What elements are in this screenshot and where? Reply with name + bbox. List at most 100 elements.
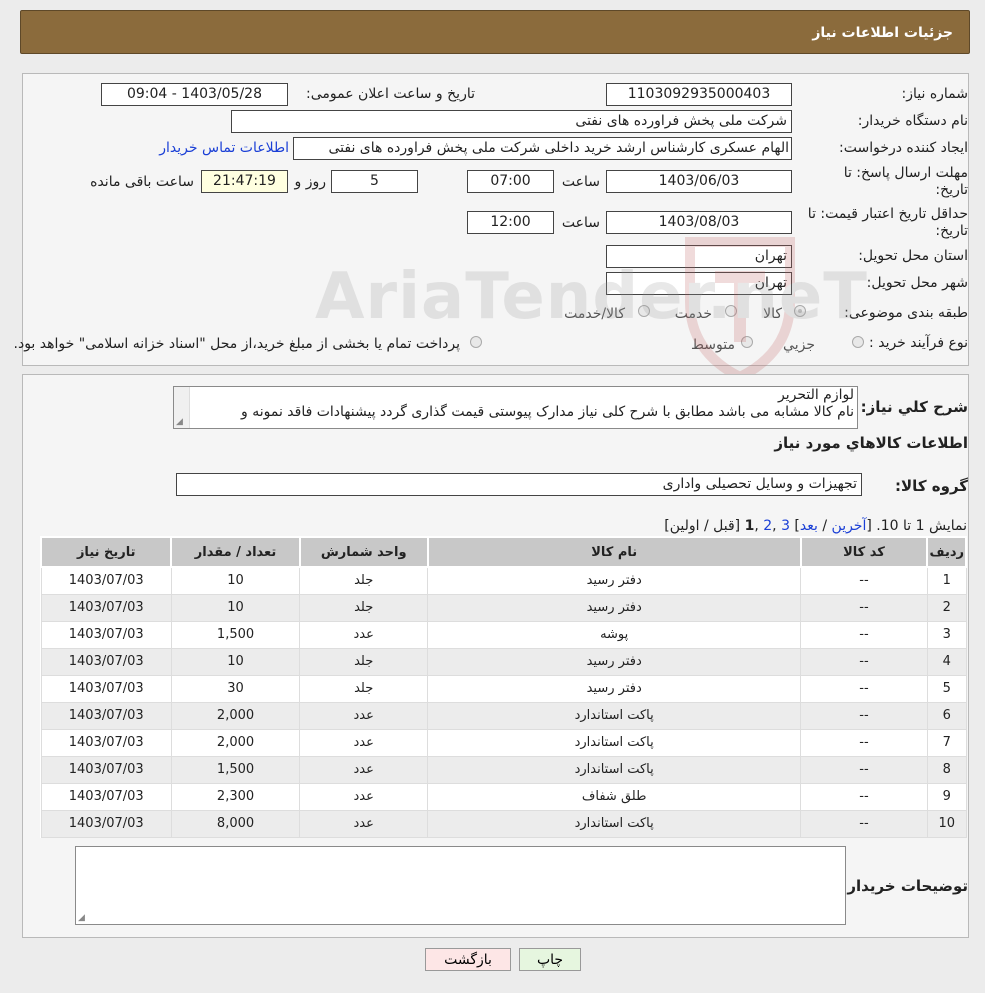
process-radio-minor[interactable] [852, 336, 864, 348]
table-row: 4 -- دفتر رسید جلد 10 1403/07/03 [40, 647, 967, 676]
cell-need-date: 1403/07/03 [40, 647, 172, 676]
cell-unit: جلد [299, 674, 429, 703]
cell-row-number: 2 [926, 593, 967, 622]
validity-time-label: ساعت [561, 215, 600, 231]
cell-goods-name: دفتر رسید [427, 674, 802, 703]
cell-goods-name: دفتر رسید [427, 566, 802, 595]
province-label: استان محل تحویل: [858, 248, 968, 264]
table-row: 8 -- پاکت استاندارد عدد 1,500 1403/07/03 [40, 755, 967, 784]
cell-need-date: 1403/07/03 [40, 566, 172, 595]
table-row: 5 -- دفتر رسید جلد 30 1403/07/03 [40, 674, 967, 703]
days-field[interactable]: 5 [331, 170, 418, 193]
cell-goods-code: -- [800, 701, 928, 730]
pagination-next-link[interactable]: بعد [800, 518, 818, 534]
buyer-org-field[interactable]: شرکت ملی پخش فراورده های نفتی [231, 110, 792, 133]
cell-row-number: 3 [926, 620, 967, 649]
category-radio-service[interactable] [725, 305, 737, 317]
cell-row-number: 6 [926, 701, 967, 730]
cell-goods-code: -- [800, 620, 928, 649]
buyer-notes-label: توضیحات خریدار: [841, 877, 968, 895]
print-button[interactable]: چاپ [519, 948, 581, 971]
back-button[interactable]: بازگشت [425, 948, 511, 971]
cell-quantity: 1,500 [170, 755, 301, 784]
pagination: نمایش 1 تا 10. [آخرین / بعد] 3 ,2 ,1 [قب… [664, 518, 967, 534]
cell-goods-code: -- [800, 647, 928, 676]
table-row: 7 -- پاکت استاندارد عدد 2,000 1403/07/03 [40, 728, 967, 757]
category-radio-goods[interactable] [794, 305, 806, 317]
need-number-label: شماره نیاز: [901, 86, 969, 102]
goods-table: ردیف کد کالا نام کالا واحد شمارش تعداد /… [39, 536, 967, 838]
validity-time-field[interactable]: 12:00 [467, 211, 554, 234]
validity-date-field[interactable]: 1403/08/03 [606, 211, 792, 234]
table-row: 10 -- پاکت استاندارد عدد 8,000 1403/07/03 [40, 809, 967, 838]
creator-field[interactable]: الهام عسکری کارشناس ارشد خرید داخلی شرکت… [293, 137, 792, 160]
category-option-service: خدمت [674, 306, 712, 322]
table-row: 3 -- پوشه عدد 1,500 1403/07/03 [40, 620, 967, 649]
cell-unit: جلد [299, 566, 429, 595]
process-option-medium: متوسط [691, 337, 735, 353]
cell-unit: عدد [299, 620, 429, 649]
cell-goods-code: -- [800, 755, 928, 784]
table-row: 1 -- دفتر رسید جلد 10 1403/07/03 [40, 566, 967, 595]
cell-unit: جلد [299, 647, 429, 676]
payment-checkbox[interactable] [470, 336, 482, 348]
cell-quantity: 10 [170, 593, 301, 622]
col-header-row-number: ردیف [926, 536, 967, 568]
cell-quantity: 2,300 [170, 782, 301, 811]
col-header-goods-code: کد کالا [799, 536, 929, 568]
cell-quantity: 2,000 [170, 728, 301, 757]
buyer-org-label: نام دستگاه خریدار: [857, 113, 968, 129]
city-field[interactable]: تهران [606, 272, 792, 295]
cell-goods-code: -- [800, 782, 928, 811]
cell-goods-code: -- [800, 728, 928, 757]
category-radio-goods-service[interactable] [638, 305, 650, 317]
resize-handle-icon[interactable]: ◢ [176, 417, 183, 427]
cell-unit: عدد [299, 755, 429, 784]
cell-row-number: 10 [926, 809, 967, 838]
cell-need-date: 1403/07/03 [40, 809, 172, 838]
announce-datetime-field[interactable]: 1403/05/28 - 09:04 [101, 83, 288, 106]
cell-unit: عدد [299, 728, 429, 757]
cell-goods-name: پاکت استاندارد [427, 701, 802, 730]
buyer-contact-link[interactable]: اطلاعات تماس خریدار [159, 140, 289, 156]
description-textarea[interactable]: لوازم التحریر نام کالا مشابه می باشد مطا… [173, 386, 858, 429]
cell-row-number: 1 [926, 566, 967, 595]
province-field[interactable]: تهران [606, 245, 792, 268]
deadline-time-field[interactable]: 07:00 [467, 170, 554, 193]
goods-table-body: 1 -- دفتر رسید جلد 10 1403/07/03 2 -- دفتر رسید ج… [40, 566, 967, 838]
cell-need-date: 1403/07/03 [40, 620, 172, 649]
deadline-label-date: تاریخ: [935, 182, 968, 198]
cell-need-date: 1403/07/03 [40, 782, 172, 811]
cell-goods-code: -- [800, 674, 928, 703]
buyer-notes-textarea[interactable]: ◢ [75, 846, 846, 925]
col-header-unit: واحد شمارش [298, 536, 429, 568]
table-row: 2 -- دفتر رسید جلد 10 1403/07/03 [40, 593, 967, 622]
table-row: 9 -- طلق شفاف عدد 2,300 1403/07/03 [40, 782, 967, 811]
cell-goods-name: پوشه [427, 620, 802, 649]
resize-handle-icon[interactable]: ◢ [78, 913, 85, 923]
category-option-goods: کالا [763, 306, 782, 322]
cell-goods-name: طلق شفاف [427, 782, 802, 811]
pagination-last-link[interactable]: آخرین [832, 518, 867, 534]
days-label: روز و [294, 174, 327, 190]
pagination-page-2[interactable]: 2 [763, 518, 772, 534]
description-line: لوازم التحریر [777, 387, 854, 403]
category-label: طبقه بندی موضوعی: [844, 305, 968, 321]
need-number-field[interactable]: 1103092935000403 [606, 83, 792, 106]
cell-row-number: 8 [926, 755, 967, 784]
col-header-goods-name: نام کالا [426, 536, 802, 568]
table-header-row: ردیف کد کالا نام کالا واحد شمارش تعداد /… [39, 536, 967, 568]
pagination-page-3[interactable]: 3 [781, 518, 790, 534]
cell-goods-name: دفتر رسید [427, 647, 802, 676]
cell-need-date: 1403/07/03 [40, 728, 172, 757]
process-radio-medium[interactable] [741, 336, 753, 348]
page-title: جزئیات اطلاعات نیاز [812, 25, 953, 41]
cell-goods-code: -- [800, 809, 928, 838]
cell-quantity: 10 [170, 566, 301, 595]
cell-goods-name: پاکت استاندارد [427, 809, 802, 838]
goods-group-field[interactable]: تجهیزات و وسایل تحصیلی واداری [176, 473, 862, 496]
deadline-date-field[interactable]: 1403/06/03 [606, 170, 792, 193]
col-header-quantity: تعداد / مقدار [170, 536, 301, 568]
pagination-summary: نمایش 1 تا 10. [876, 518, 967, 534]
deadline-time-label: ساعت [561, 174, 600, 190]
